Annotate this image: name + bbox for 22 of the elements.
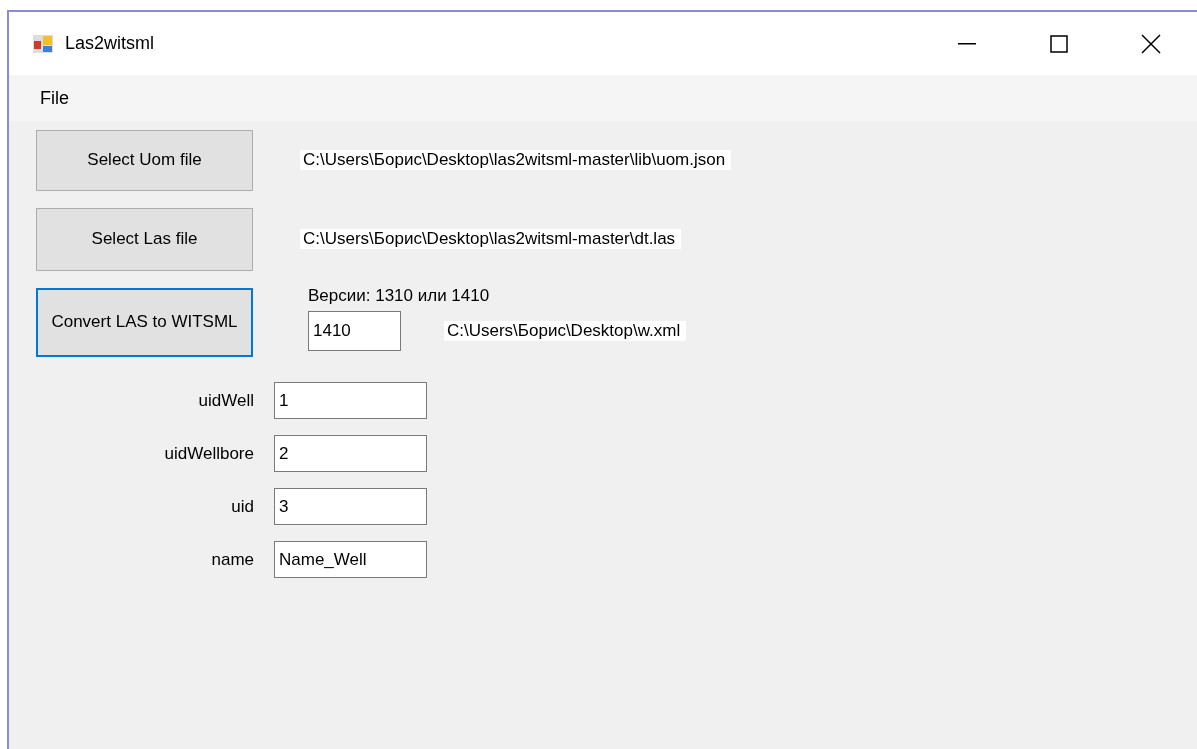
minimize-icon[interactable]	[958, 42, 976, 45]
close-icon[interactable]	[1141, 33, 1161, 54]
file-path: C:\Users\Борис\Desktop\las2witsml-master\dt.las	[300, 229, 682, 249]
versions-label: Версии: 1310 или 1410	[308, 286, 491, 306]
version-field[interactable]: 1410	[308, 311, 401, 351]
window-title: Las2witsml	[65, 33, 155, 54]
select-file-button[interactable]: Select Uom file	[36, 129, 253, 191]
input-field[interactable]: 3	[274, 488, 427, 525]
maximize-icon[interactable]	[1050, 34, 1068, 53]
select-file-button[interactable]: Select Las file	[36, 207, 253, 271]
output-path: C:\Users\Борис\Desktop\w.xml	[444, 321, 687, 341]
field-label: uid	[231, 496, 254, 517]
field-label: name	[211, 549, 254, 570]
menu-item[interactable]: File	[40, 87, 69, 109]
input-field[interactable]: 1	[274, 382, 427, 419]
app-icon	[33, 34, 53, 53]
input-field[interactable]: Name_Well	[274, 541, 427, 578]
file-path: C:\Users\Борис\Desktop\las2witsml-master\lib\uom.json	[300, 150, 732, 170]
field-label: uidWell	[198, 390, 254, 411]
convert-button[interactable]: Convert LAS to WITSML	[36, 288, 253, 357]
field-label: uidWellbore	[164, 443, 254, 464]
input-field[interactable]: 2	[274, 435, 427, 472]
